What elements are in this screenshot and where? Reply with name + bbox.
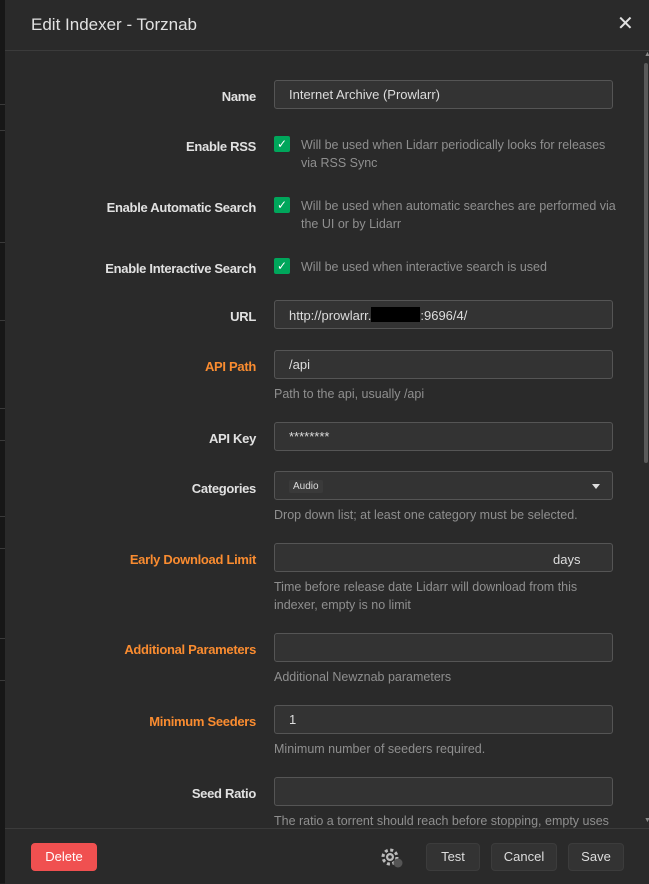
- api-key-label: API Key: [208, 431, 256, 446]
- additional-parameters-input[interactable]: [274, 633, 613, 662]
- enable-automatic-search-label: Enable Automatic Search: [106, 200, 257, 215]
- redacted-block: [371, 307, 421, 322]
- url-value-prefix: http://prowlarr.: [289, 308, 372, 323]
- scroll-up-icon[interactable]: ▲: [644, 51, 649, 58]
- url-value-suffix: :9696/4/: [420, 308, 468, 323]
- scroll-down-icon[interactable]: ▼: [644, 817, 649, 824]
- early-download-limit-input[interactable]: days: [274, 543, 613, 572]
- modal-body: Name Internet Archive (Prowlarr) Enable …: [5, 51, 649, 828]
- enable-interactive-search-help: Will be used when interactive search is …: [301, 260, 547, 274]
- scrollbar[interactable]: ▲ ▼: [643, 51, 649, 828]
- name-label: Name: [221, 89, 257, 104]
- seed-ratio-input[interactable]: [274, 777, 613, 806]
- api-path-label: API Path: [204, 359, 256, 374]
- category-tag-audio: Audio: [289, 480, 323, 493]
- enable-rss-label: Enable RSS: [186, 139, 256, 154]
- name-input[interactable]: Internet Archive (Prowlarr): [274, 80, 613, 109]
- days-suffix: days: [553, 552, 581, 567]
- gear-icon[interactable]: [380, 847, 404, 869]
- close-icon[interactable]: ✕: [617, 12, 634, 36]
- early-download-limit-label: Early Download Limit: [129, 552, 256, 567]
- minimum-seeders-label: Minimum Seeders: [149, 714, 256, 729]
- categories-help: Drop down list; at least one category mu…: [274, 508, 578, 522]
- edit-indexer-modal: Edit Indexer - Torznab ✕ Name Internet A…: [5, 0, 649, 884]
- api-path-help: Path to the api, usually /api: [274, 387, 425, 401]
- categories-select[interactable]: Audio: [274, 471, 613, 500]
- minimum-seeders-input[interactable]: 1: [274, 705, 613, 734]
- check-icon: ✓: [276, 259, 288, 273]
- url-input[interactable]: http://prowlarr. :9696/4/: [274, 300, 613, 329]
- seed-ratio-help: The ratio a torrent should reach before …: [274, 814, 609, 828]
- check-icon: ✓: [276, 137, 288, 151]
- test-button[interactable]: Test: [426, 843, 480, 871]
- modal-header: Edit Indexer - Torznab ✕: [5, 0, 649, 51]
- delete-button[interactable]: Delete: [31, 843, 97, 871]
- enable-rss-help: Will be used when Lidarr periodically lo…: [301, 138, 606, 170]
- url-label: URL: [230, 309, 256, 324]
- seed-ratio-label: Seed Ratio: [191, 786, 256, 801]
- enable-automatic-search-help: Will be used when automatic searches are…: [301, 199, 616, 231]
- modal-title: Edit Indexer - Torznab: [31, 15, 197, 34]
- additional-parameters-help: Additional Newznab parameters: [274, 670, 452, 684]
- api-path-input[interactable]: /api: [274, 350, 613, 379]
- additional-parameters-label: Additional Parameters: [124, 642, 256, 657]
- early-download-limit-help: Time before release date Lidarr will dow…: [274, 580, 578, 612]
- enable-interactive-search-checkbox[interactable]: ✓: [274, 258, 290, 274]
- enable-interactive-search-label: Enable Interactive Search: [105, 261, 256, 276]
- check-icon: ✓: [276, 198, 288, 212]
- enable-rss-checkbox[interactable]: ✓: [274, 136, 290, 152]
- enable-automatic-search-checkbox[interactable]: ✓: [274, 197, 290, 213]
- scrollbar-thumb[interactable]: [644, 63, 648, 463]
- categories-label: Categories: [191, 481, 257, 496]
- cancel-button[interactable]: Cancel: [491, 843, 557, 871]
- save-button[interactable]: Save: [568, 843, 624, 871]
- caret-down-icon: [592, 484, 600, 489]
- minimum-seeders-help: Minimum number of seeders required.: [274, 742, 486, 756]
- api-key-input[interactable]: ********: [274, 422, 613, 451]
- modal-footer: Delete Test Cancel Save: [5, 828, 649, 884]
